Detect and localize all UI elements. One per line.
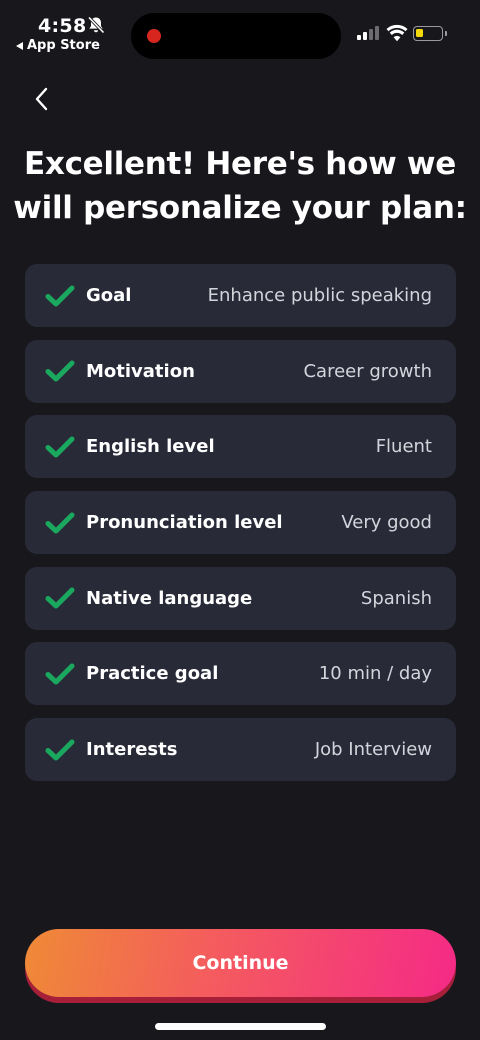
plan-row-value: Career growth <box>303 360 432 382</box>
wifi-icon <box>386 24 408 42</box>
plan-row-label: Pronunciation level <box>86 512 283 534</box>
plan-row-value: Enhance public speaking <box>207 285 432 306</box>
home-indicator[interactable] <box>155 1023 326 1030</box>
plan-row-value: 10 min / day <box>318 663 432 685</box>
status-time: 4:58 <box>38 15 87 37</box>
plan-summary-list: Goal Enhance public speaking Motivation … <box>25 264 456 794</box>
check-icon <box>45 663 75 685</box>
plan-row-label: Motivation <box>86 360 195 382</box>
continue-button[interactable]: Continue <box>25 929 456 997</box>
check-icon <box>45 587 75 609</box>
plan-row-english-level: English level Fluent <box>25 415 456 479</box>
check-icon <box>45 512 75 534</box>
page-title: Excellent! Here's how we will personaliz… <box>0 142 480 230</box>
plan-row-value: Fluent <box>375 436 432 458</box>
check-icon <box>45 360 75 382</box>
signal-icon <box>357 26 379 40</box>
plan-row-label: English level <box>86 436 215 458</box>
recording-indicator-icon <box>147 29 161 43</box>
plan-row-native-language: Native language Spanish <box>25 566 456 630</box>
plan-row-value: Spanish <box>360 587 432 609</box>
plan-row-motivation: Motivation Career growth <box>25 339 456 403</box>
plan-row-value: Job Interview <box>314 739 432 761</box>
back-button[interactable] <box>28 84 54 114</box>
plan-row-label: Native language <box>86 587 253 609</box>
plan-row-label: Practice goal <box>86 663 219 685</box>
plan-row-interests: Interests Job Interview <box>25 718 456 782</box>
plan-row-practice-goal: Practice goal 10 min / day <box>25 642 456 706</box>
plan-row-value: Very good <box>341 512 432 534</box>
plan-row-label: Goal <box>86 285 132 306</box>
title-line-2: will personalize your plan: <box>13 190 467 226</box>
plan-row-label: Interests <box>86 739 178 761</box>
battery-level <box>416 29 423 37</box>
plan-row-goal: Goal Enhance public speaking <box>25 264 456 327</box>
check-icon <box>45 436 75 458</box>
check-icon <box>45 739 75 761</box>
screen: 4:58 App Store Excellent! Here's how we … <box>0 0 480 1040</box>
chevron-left-icon <box>35 87 48 111</box>
check-icon <box>45 285 75 306</box>
plan-row-pronunciation-level: Pronunciation level Very good <box>25 491 456 555</box>
title-line-1: Excellent! Here's how we <box>24 146 456 182</box>
back-triangle-icon <box>16 41 23 50</box>
battery-icon <box>413 26 447 41</box>
dynamic-island <box>131 13 341 59</box>
back-to-app-store-link[interactable]: App Store <box>16 38 100 53</box>
status-bar: 4:58 App Store <box>0 0 480 60</box>
back-app-label: App Store <box>27 38 100 53</box>
bell-off-icon <box>87 16 105 34</box>
